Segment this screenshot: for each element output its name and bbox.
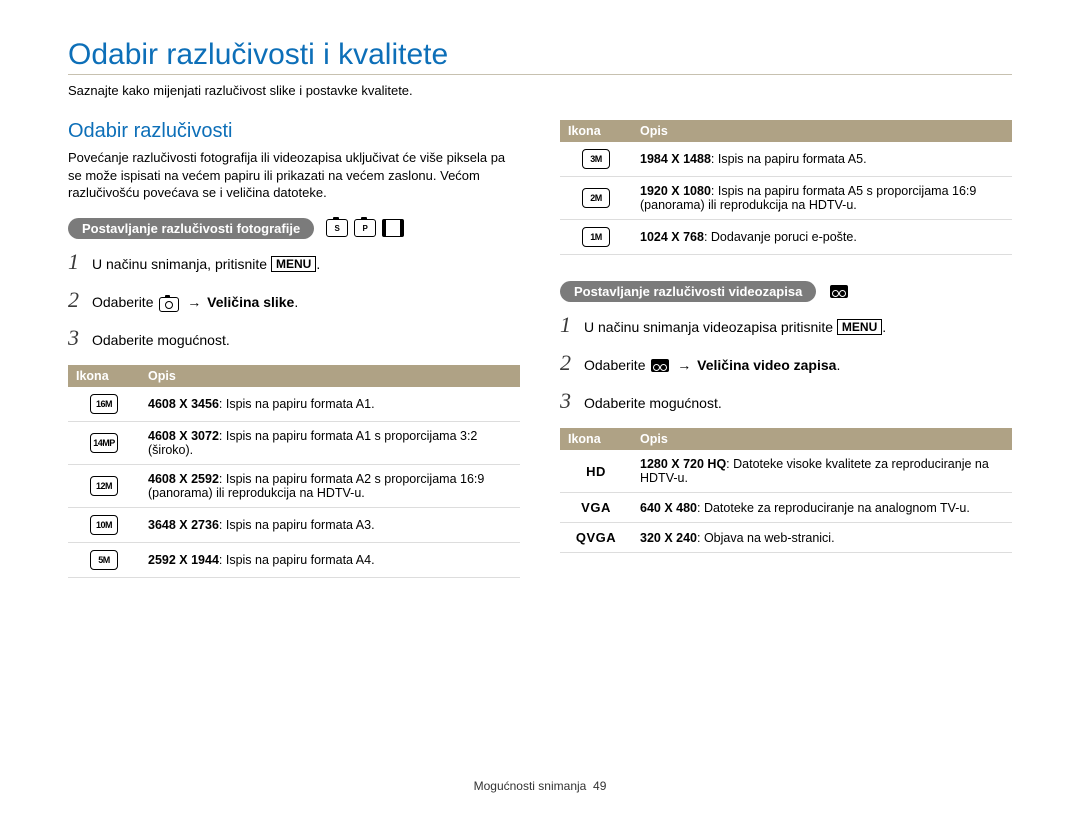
page-title: Odabir razlučivosti i kvalitete xyxy=(68,38,1012,75)
step-2-bold: Veličina video zapisa xyxy=(697,357,836,373)
res-desc: : Datoteke za reproduciranje na analogno… xyxy=(697,501,970,515)
step-2-prefix: Odaberite xyxy=(92,294,157,310)
step-3-text: Odaberite mogućnost. xyxy=(584,395,722,411)
step-1: U načinu snimanja videozapisa pritisnite… xyxy=(560,312,1012,338)
res-value: 320 X 240 xyxy=(640,531,697,545)
table-header-icon: Ikona xyxy=(560,120,632,142)
table-row: 12M 4608 X 2592: Ispis na papiru formata… xyxy=(68,464,520,507)
res-value: 640 X 480 xyxy=(640,501,697,515)
step-1: U načinu snimanja, pritisnite MENU. xyxy=(68,249,520,275)
photo-steps: U načinu snimanja, pritisnite MENU. Odab… xyxy=(68,249,520,351)
step-2-suffix: . xyxy=(836,357,840,373)
res-value: 1024 X 768 xyxy=(640,230,704,244)
res-value: 4608 X 3072 xyxy=(148,429,219,443)
res-value: 1984 X 1488 xyxy=(640,152,711,166)
step-1-text: U načinu snimanja videozapisa pritisnite xyxy=(584,319,837,335)
res-icon-12m: 12M xyxy=(90,476,118,496)
program-icon: P xyxy=(354,219,376,237)
res-desc: : Objava na web-stranici. xyxy=(697,531,835,545)
res-value: 2592 X 1944 xyxy=(148,553,219,567)
res-icon-1m: 1M xyxy=(582,227,610,247)
footer-page-number: 49 xyxy=(593,779,606,793)
arrow-icon: → xyxy=(677,357,691,373)
res-desc: : Ispis na papiru formata A3. xyxy=(219,518,375,532)
step-2-bold: Veličina slike xyxy=(207,294,294,310)
video-icon xyxy=(651,359,669,372)
res-icon-14m: 14MP xyxy=(90,433,118,453)
table-row: 16M 4608 X 3456: Ispis na papiru formata… xyxy=(68,387,520,422)
table-row: 10M 3648 X 2736: Ispis na papiru formata… xyxy=(68,507,520,542)
table-header-desc: Opis xyxy=(632,428,1012,450)
table-row: QVGA 320 X 240: Objava na web-stranici. xyxy=(560,523,1012,553)
table-row: 1M 1024 X 768: Dodavanje poruci e-pošte. xyxy=(560,220,1012,255)
section-desc: Povećanje razlučivosti fotografija ili v… xyxy=(68,149,520,202)
photo-mode-icons: S P xyxy=(326,219,404,237)
table-row: 5M 2592 X 1944: Ispis na papiru formata … xyxy=(68,542,520,577)
table-row: VGA 640 X 480: Datoteke za reproduciranj… xyxy=(560,493,1012,523)
step-2-prefix: Odaberite xyxy=(584,357,649,373)
step-1-text: U načinu snimanja, pritisnite xyxy=(92,256,271,272)
right-column: Ikona Opis 3M 1984 X 1488: Ispis na papi… xyxy=(560,120,1012,578)
table-row: 14MP 4608 X 3072: Ispis na papiru format… xyxy=(68,421,520,464)
arrow-icon: → xyxy=(187,294,201,310)
video-res-table: Ikona Opis HD 1280 X 720 HQ: Datoteke vi… xyxy=(560,428,1012,553)
camera-icon xyxy=(159,297,179,312)
step-2-suffix: . xyxy=(294,294,298,310)
table-row: HD 1280 X 720 HQ: Datoteke visoke kvalit… xyxy=(560,450,1012,493)
footer: Mogućnosti snimanja 49 xyxy=(0,779,1080,793)
footer-section: Mogućnosti snimanja xyxy=(474,779,587,793)
step-3: Odaberite mogućnost. xyxy=(560,388,1012,414)
video-mode-icons xyxy=(828,285,850,298)
res-value: 3648 X 2736 xyxy=(148,518,219,532)
res-value: 1280 X 720 HQ xyxy=(640,457,726,471)
section-title: Odabir razlučivosti xyxy=(68,120,520,143)
table-row: 3M 1984 X 1488: Ispis na papiru formata … xyxy=(560,142,1012,177)
table-row: 2M 1920 X 1080: Ispis na papiru formata … xyxy=(560,177,1012,220)
photo-res-table-continued: Ikona Opis 3M 1984 X 1488: Ispis na papi… xyxy=(560,120,1012,255)
photo-res-table: Ikona Opis 16M 4608 X 3456: Ispis na pap… xyxy=(68,365,520,578)
menu-button-graphic: MENU xyxy=(271,256,316,272)
res-value: 1920 X 1080 xyxy=(640,184,711,198)
step-3-text: Odaberite mogućnost. xyxy=(92,332,230,348)
table-header-desc: Opis xyxy=(632,120,1012,142)
step-2: Odaberite → Veličina video zapisa. xyxy=(560,350,1012,376)
left-column: Odabir razlučivosti Povećanje razlučivos… xyxy=(68,120,520,578)
step-2: Odaberite → Veličina slike. xyxy=(68,287,520,313)
video-res-heading-pill: Postavljanje razlučivosti videozapisa xyxy=(560,281,816,302)
scene-film-icon xyxy=(382,219,404,237)
table-header-icon: Ikona xyxy=(68,365,140,387)
video-steps: U načinu snimanja videozapisa pritisnite… xyxy=(560,312,1012,414)
res-value: 4608 X 3456 xyxy=(148,397,219,411)
res-desc: : Ispis na papiru formata A5. xyxy=(711,152,867,166)
res-desc: : Ispis na papiru formata A1. xyxy=(219,397,375,411)
res-icon-16m: 16M xyxy=(90,394,118,414)
res-icon-hd: HD xyxy=(586,464,606,479)
res-icon-2m: 2M xyxy=(582,188,610,208)
res-icon-10m: 10M xyxy=(90,515,118,535)
res-icon-vga: VGA xyxy=(581,500,611,515)
video-mode-icon xyxy=(830,285,848,298)
step-1-suffix: . xyxy=(316,256,320,272)
res-icon-3m: 3M xyxy=(582,149,610,169)
res-icon-qvga: QVGA xyxy=(576,530,616,545)
res-desc: : Ispis na papiru formata A4. xyxy=(219,553,375,567)
step-3: Odaberite mogućnost. xyxy=(68,325,520,351)
step-1-suffix: . xyxy=(882,319,886,335)
photo-res-heading-pill: Postavljanje razlučivosti fotografije xyxy=(68,218,314,239)
res-icon-5m: 5M xyxy=(90,550,118,570)
res-value: 4608 X 2592 xyxy=(148,472,219,486)
page-intro: Saznajte kako mijenjati razlučivost slik… xyxy=(68,83,1012,98)
table-header-icon: Ikona xyxy=(560,428,632,450)
res-desc: : Dodavanje poruci e-pošte. xyxy=(704,230,857,244)
menu-button-graphic: MENU xyxy=(837,319,882,335)
table-header-desc: Opis xyxy=(140,365,520,387)
smart-auto-icon: S xyxy=(326,219,348,237)
